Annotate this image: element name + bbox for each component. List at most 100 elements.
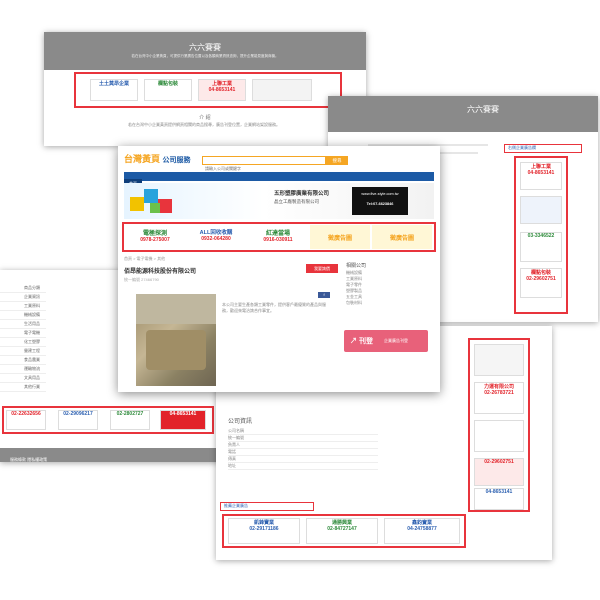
promo-icon: ↗ 刊登: [350, 338, 373, 345]
right-ad-4-phone: 02-29602751: [484, 459, 514, 465]
right-ad-4[interactable]: 02-29602751: [474, 458, 524, 486]
banner-sub: 晶立工廠製造有限公司: [274, 199, 319, 204]
banner-cube: [144, 189, 158, 203]
logo-suffix: 公司服務: [162, 157, 191, 164]
side-ad-3[interactable]: 03-3346522: [520, 232, 562, 262]
front-screenshot: 台灣黃頁 公司服務 搜尋 首頁 公司 產品 新聞 服務 五形塑膠廣業有限公司 晶…: [118, 146, 440, 392]
front-ad-3-name: 紅達當場: [265, 231, 290, 237]
info-row: 電話: [228, 449, 378, 456]
sidebar-item[interactable]: 營建工程: [0, 347, 46, 356]
right-ad-2-phone: 02-26783721: [484, 390, 514, 396]
front-ad-4[interactable]: 徵廣告圖: [310, 225, 370, 249]
info-row: 負責人: [228, 442, 378, 449]
photo-detail: [136, 294, 216, 324]
side-ad-4[interactable]: 欄點包裝 02-29602751: [520, 268, 562, 298]
side-ad-1-phone: 04-8653141: [527, 170, 555, 176]
logo[interactable]: 台灣黃頁 公司服務: [124, 152, 191, 165]
side-title: 相關公司: [346, 263, 367, 269]
footer-text[interactable]: 服務條款 隱私權政策: [0, 457, 47, 462]
side-ad-3-phone: 03-3346522: [527, 233, 555, 239]
front-ad-2[interactable]: ALL回收收購 0932-064280: [186, 225, 246, 249]
right-ad-1[interactable]: [474, 344, 524, 376]
bottom-ad-2[interactable]: 02-29096217: [58, 410, 98, 430]
side-ad-2[interactable]: [520, 196, 562, 224]
banner-phone: Tel:07-6623846: [366, 202, 394, 206]
sidebar-item[interactable]: 化工塑膠: [0, 338, 46, 347]
logo-text: 台灣黃頁: [124, 154, 161, 164]
front-ad-3-phone: 0916-030911: [263, 237, 293, 243]
ad-1[interactable]: 土土莫昂企業: [90, 79, 138, 101]
lower-ad-2[interactable]: 通勝興業 02-84727147: [306, 518, 378, 544]
search-box: [202, 156, 326, 172]
front-ad-1-phone: 0978-275007: [140, 237, 170, 243]
banner[interactable]: 五形塑膠廣業有限公司 晶立工廠製造有限公司 www.five-style.com…: [124, 183, 434, 219]
ad-1-label: 土土莫昂企業: [98, 81, 129, 87]
back-screenshot-top: 六六賽賽 若在台灣中小企業黃頁，可提供行業廣告位置以及各類商業資訊查詢，提升企業…: [44, 32, 366, 146]
photo-detail: [146, 330, 206, 370]
banner-contact-box: www.five-style.com.tw Tel:07-6623846: [352, 187, 408, 215]
sidebar: 商品分類 企業資訊 工業原料 機械設備 生活用品 電子電機 化工塑膠 營建工程 …: [0, 284, 46, 392]
sidebar-item[interactable]: 機械設備: [0, 311, 46, 320]
front-ad-3[interactable]: 紅達當場 0916-030911: [248, 225, 308, 249]
side-ad-1[interactable]: 上聯工業 04-8653141: [520, 162, 562, 190]
sidebar-item[interactable]: 生活用品: [0, 320, 46, 329]
front-ad-2-name: ALL回收收購: [199, 230, 233, 236]
header-bar: 六六賽賽 若在台灣中小企業黃頁，可提供行業廣告位置以及各類商業資訊查詢，提升企業…: [44, 32, 366, 70]
lower-ad-3-phone: 04-24758877: [407, 526, 437, 532]
section-title: 介 紹: [199, 115, 211, 121]
sidebar-item[interactable]: 文具用品: [0, 374, 46, 383]
front-ad-5[interactable]: 徵廣告圖: [372, 225, 432, 249]
section-body: 若在台灣中小企業黃頁提供網頁相關的商品搜尋，廣告刊登位置，企業網站架設服務。: [128, 122, 280, 127]
sidebar-item[interactable]: 電子電機: [0, 329, 46, 338]
header-title: 六六賽賽: [189, 43, 221, 52]
bottom-ad-4[interactable]: 04-8653141: [160, 410, 206, 430]
right-ad-3[interactable]: [474, 420, 524, 452]
front-ad-1-name: 電極探測: [142, 231, 167, 237]
sidebar-item[interactable]: 商品分類: [0, 284, 46, 293]
side-ad-4-phone: 02-29602751: [526, 276, 556, 282]
sidebar-item[interactable]: 其他行業: [0, 383, 46, 392]
right-ad-2[interactable]: 力運有限公司 02-26783721: [474, 382, 524, 414]
company-info-rows: 公司名稱 統一編號 負責人 電話 傳真 地址: [228, 428, 378, 470]
front-ad-1[interactable]: 電極探測 0978-275007: [126, 225, 184, 249]
footer-bar: 服務條款 隱私權政策: [0, 448, 232, 462]
lower-ad-1-phone: 02-29171186: [249, 526, 279, 532]
banner-url: www.five-style.com.tw: [361, 192, 399, 196]
inquiry-button[interactable]: 我要詢價: [306, 264, 338, 273]
ad-2[interactable]: 欄點包裝: [144, 79, 192, 101]
info-row: 傳真: [228, 456, 378, 463]
sidebar-item[interactable]: 工業原料: [0, 302, 46, 311]
right-ad-5[interactable]: 04-8653141: [474, 488, 524, 510]
lower-ad-2-phone: 02-84727147: [327, 526, 357, 532]
banner-cubes: [130, 189, 180, 215]
sidebar-item[interactable]: 食品農業: [0, 356, 46, 365]
info-row: 地址: [228, 463, 378, 470]
banner-cube: [130, 197, 144, 211]
header-intro: 若在台灣中小企業黃頁，可提供行業廣告位置以及各類商業資訊查詢，提升企業能見度與商…: [131, 54, 279, 58]
ad-3[interactable]: 上聯工業 04-8653141: [198, 79, 246, 101]
share-icon[interactable]: f: [318, 292, 330, 298]
bottom-ad-2-phone: 02-29096217: [63, 411, 93, 417]
bottom-ad-3[interactable]: 02-2802727: [110, 410, 150, 430]
lower-ads-tag: 推薦企業廣告: [224, 503, 248, 508]
promo-button[interactable]: ↗ 刊登 企業廣告刊登: [344, 330, 428, 352]
front-ad-5-name: 徵廣告圖: [389, 236, 414, 242]
lower-ad-1[interactable]: 凱鋒寶業 02-29171186: [228, 518, 300, 544]
front-ad-2-phone: 0932-064280: [201, 236, 231, 242]
search-button[interactable]: 搜尋: [326, 156, 348, 165]
right-ad-5-phone: 04-8653141: [485, 489, 513, 495]
company-photo: [136, 294, 216, 386]
company-description: 本公司主要生產各類工業零件，提供客戶最優質的產品與服務，歡迎來電洽詢合作事宜。: [222, 302, 326, 313]
side-link[interactable]: 包裝材料: [346, 300, 432, 306]
company-info-section: 公司資訊: [228, 419, 253, 425]
side-links: 機械設備 工業原料 電子零件 塑膠製品 五金工具 包裝材料: [346, 270, 432, 306]
front-ad-4-name: 徵廣告圖: [327, 236, 352, 242]
search-input[interactable]: [203, 165, 303, 172]
breadcrumb[interactable]: 首頁 > 電子電機 > 其他: [124, 256, 165, 262]
sidebar-item[interactable]: 運輸物流: [0, 365, 46, 374]
bottom-ad-1[interactable]: 02-22632656: [6, 410, 46, 430]
header-title-right: 六六賽賽: [467, 105, 499, 114]
lower-ad-3[interactable]: 鑫鈞實業 04-24758877: [384, 518, 460, 544]
sidebar-item[interactable]: 企業資訊: [0, 293, 46, 302]
ad-4[interactable]: [252, 79, 312, 101]
